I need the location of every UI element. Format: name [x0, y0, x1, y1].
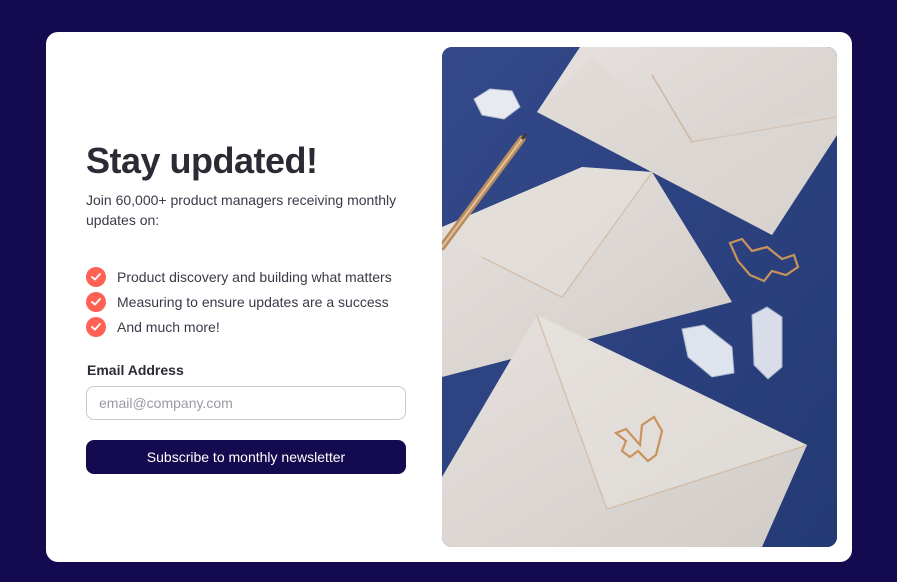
envelopes-photo	[442, 47, 837, 547]
email-label: Email Address	[87, 362, 184, 378]
check-circle-icon	[86, 291, 106, 312]
feature-text: Measuring to ensure updates are a succes…	[117, 293, 389, 310]
feature-text: Product discovery and building what matt…	[117, 268, 392, 285]
check-circle-icon	[86, 266, 106, 287]
subscribe-button[interactable]: Subscribe to monthly newsletter	[86, 440, 406, 474]
signup-panel: Stay updated! Join 60,000+ product manag…	[86, 32, 406, 562]
hero-illustration	[442, 47, 837, 547]
intro-text: Join 60,000+ product managers receiving …	[86, 192, 397, 228]
check-circle-icon	[86, 316, 106, 337]
feature-text: And much more!	[117, 318, 220, 335]
email-field[interactable]	[86, 386, 406, 420]
list-item: And much more!	[86, 314, 392, 339]
list-item: Measuring to ensure updates are a succes…	[86, 289, 392, 314]
page-title: Stay updated!	[86, 140, 318, 181]
feature-list: Product discovery and building what matt…	[86, 264, 392, 339]
newsletter-card: Stay updated! Join 60,000+ product manag…	[46, 32, 852, 562]
list-item: Product discovery and building what matt…	[86, 264, 392, 289]
